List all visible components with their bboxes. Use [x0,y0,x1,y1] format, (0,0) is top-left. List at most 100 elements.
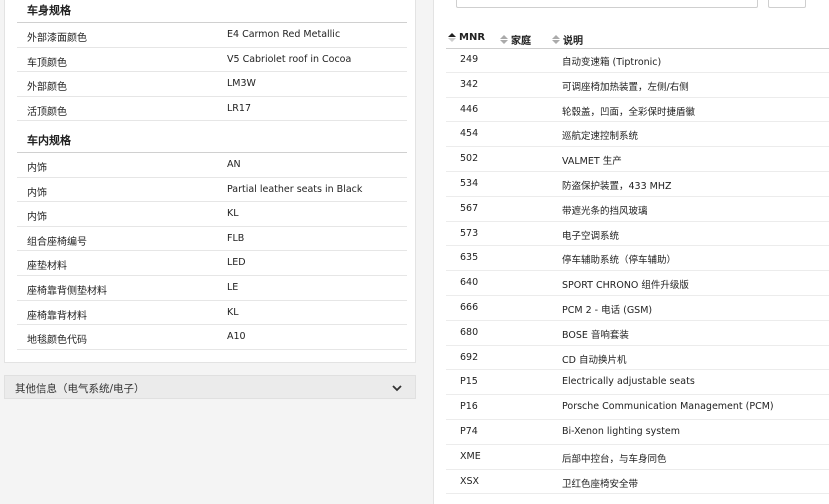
table-row: 573 电子空调系统 [446,222,829,247]
option-description: 自动变速箱 (Tiptronic) [562,57,662,68]
body-specs-list: 外部漆面颜色 E4 Carmon Red Metallic 车顶颜色 V5 Cabri… [17,23,407,122]
section-title-interior: 车内规格 [27,134,71,147]
option-description: 后部中控台，与车身同色 [562,453,667,465]
table-row: 342 可调座椅加热装置，左侧/右侧 [446,73,829,98]
spec-row: 座垫材料 LED [17,251,407,276]
spec-key: 内饰 [27,163,47,174]
option-description: CD 自动换片机 [562,354,627,366]
spec-row: 活顶颜色 LR17 [17,97,407,122]
option-description: BOSE 音响套装 [562,329,629,341]
vehicle-specs-panel: 车身规格 外部漆面颜色 E4 Carmon Red Metallic 车顶颜色 V5 … [4,0,416,363]
spec-value: Partial leather seats in Black [227,183,363,195]
option-code: XME [460,450,481,462]
spec-row: 内饰 Partial leather seats in Black [17,178,407,203]
table-row: XME 后部中控台，与车身同色 [446,445,829,470]
options-panel: MNR 家庭 说明 249 自动变速箱 (Tiptronic) 342 可调座椅加热装… [433,0,829,504]
spec-key: 外部漆面颜色 [27,33,87,44]
interior-specs-list: 内饰 AN 内饰 Partial leather seats in Black 内饰 KL… [17,153,407,350]
options-table-body: 249 自动变速箱 (Tiptronic) 342 可调座椅加热装置，左侧/右侧 446… [446,48,829,495]
spec-value: AN [227,159,241,170]
option-description: 停车辅助系统（停车辅助） [562,255,677,267]
column-label-family: 家庭 [511,36,531,47]
option-description: 卫红色座椅安全带 [562,478,639,490]
table-row: 454 巡航定速控制系统 [446,122,829,148]
spec-value: KL [227,208,239,220]
option-description: VALMET 生产 [562,156,622,168]
option-description: Bi-Xenon lighting system [562,425,681,437]
sort-icon [500,35,508,44]
table-row: 635 停车辅助系统（停车辅助） [446,246,829,272]
spec-value: LED [227,257,246,269]
option-description: 巡航定速控制系统 [562,131,639,143]
spec-value: FLB [227,232,245,244]
column-header-family[interactable]: 家庭 [500,32,531,47]
table-row: 534 防盗保护装置，433 MHZ [446,172,829,197]
spec-key: 组合座椅编号 [27,236,87,248]
spec-row: 车顶颜色 V5 Cabriolet roof in Cocoa [17,48,407,73]
search-input[interactable] [456,0,758,8]
option-code: 692 [460,351,479,363]
spec-row: 座椅靠背材料 KL [17,301,407,326]
option-description: 电子空调系统 [562,230,620,242]
column-header-description[interactable]: 说明 [552,32,583,47]
spec-value: LR17 [227,102,251,114]
interior-specs-section: 车内规格 内饰 AN 内饰 Partial leather seats in Blac… [17,134,407,350]
option-description: PCM 2 - 电话 (GSM) [562,304,653,316]
option-code: 680 [460,326,479,338]
option-description: Electrically adjustable seats [562,376,695,388]
spec-row: 座椅靠背侧垫材料 LE [17,276,407,301]
spec-key: 地毯颜色代码 [27,335,87,347]
spec-value: LE [227,281,239,293]
spec-row: 内饰 KL [17,202,407,227]
table-row: 446 轮毂盖，凹面，全彩保时捷盾徽 [446,98,829,123]
options-table-header: MNR 家庭 说明 [446,30,829,49]
option-description: 轮毂盖，凹面，全彩保时捷盾徽 [562,106,696,118]
table-row: P16 Porsche Communication Management (PCM… [446,395,829,420]
spec-key: 内饰 [27,212,47,224]
spec-value: V5 Cabriolet roof in Cocoa [227,53,352,65]
table-row: 666 PCM 2 - 电话 (GSM) [446,296,829,321]
table-row: XSX 卫红色座椅安全带 [446,470,829,495]
option-code: 640 [460,277,479,289]
spec-key: 车顶颜色 [27,57,67,69]
spec-row: 内饰 AN [17,153,407,178]
table-row: 567 带遮光条的挡风玻璃 [446,197,829,222]
spec-row: 地毯颜色代码 A10 [17,325,407,350]
option-code: 502 [460,153,479,165]
spec-key: 座垫材料 [27,261,67,273]
spec-row: 外部漆面颜色 E4 Carmon Red Metallic [17,23,407,48]
sort-ascending-icon [448,33,456,42]
option-description: 可调座椅加热装置，左侧/右侧 [562,81,689,93]
option-code: 342 [460,78,479,90]
table-row: 640 SPORT CHRONO 组件升级版 [446,271,829,296]
option-description: 防盗保护装置，433 MHZ [562,180,672,192]
table-row: 502 VALMET 生产 [446,147,829,172]
spec-key: 座椅靠背侧垫材料 [27,285,107,297]
search-button[interactable] [768,0,806,8]
accordion-label: 其他信息（电气系统/电子） [15,383,145,395]
table-row: P74 Bi-Xenon lighting system [446,420,829,445]
option-code: 534 [460,177,479,189]
spec-key: 活顶颜色 [27,106,67,118]
option-code: 635 [460,252,479,264]
sort-icon [552,35,560,44]
option-code: 567 [460,202,479,214]
other-info-accordion[interactable]: 其他信息（电气系统/电子） [4,375,416,399]
spec-key: 外部颜色 [27,82,67,94]
option-code: P16 [460,401,478,413]
spec-key: 座椅靠背材料 [27,310,87,322]
spec-value: E4 Carmon Red Metallic [227,29,341,40]
spec-value: LM3W [227,78,256,90]
spec-row: 组合座椅编号 FLB [17,227,407,252]
spec-key: 内饰 [27,187,47,199]
option-code: 573 [460,227,479,239]
column-header-mnr[interactable]: MNR [448,32,485,43]
option-description: 带遮光条的挡风玻璃 [562,205,648,217]
chevron-down-icon[interactable] [391,382,403,394]
section-title-body: 车身规格 [27,4,71,17]
option-code: P74 [460,425,478,437]
table-row: P15 Electrically adjustable seats [446,370,829,396]
spec-value: KL [227,306,239,318]
table-row: 680 BOSE 音响套装 [446,321,829,346]
option-code: 666 [460,301,479,313]
